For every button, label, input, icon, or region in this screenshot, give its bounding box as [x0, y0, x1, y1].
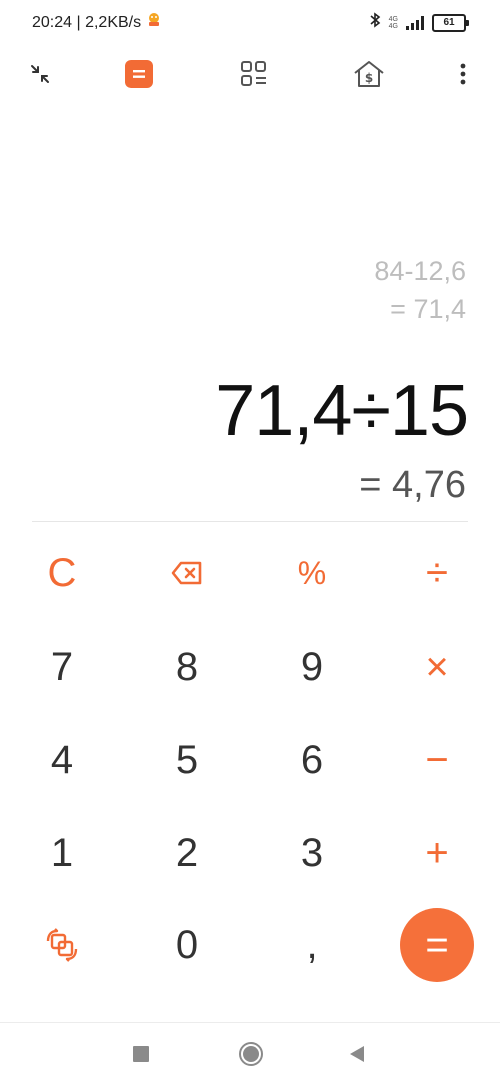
- home-icon[interactable]: [236, 1039, 266, 1069]
- key-3[interactable]: 3: [267, 813, 357, 893]
- collapse-icon[interactable]: [18, 52, 62, 96]
- history-result: = 71,4: [390, 294, 466, 324]
- history-expression: 84-12,6: [374, 256, 466, 286]
- key-5[interactable]: 5: [142, 720, 232, 800]
- key-0[interactable]: 0: [142, 905, 232, 985]
- key-8[interactable]: 8: [142, 627, 232, 707]
- signal-icon: [406, 15, 424, 30]
- current-result: = 4,76: [359, 464, 466, 506]
- key-4[interactable]: 4: [17, 720, 107, 800]
- status-bar: 20:24 | 2,2KB/s 4G 4G 61: [0, 0, 500, 44]
- key-6[interactable]: 6: [267, 720, 357, 800]
- display-divider: [32, 521, 468, 522]
- calculator-icon[interactable]: [117, 52, 161, 96]
- toolbar: $: [0, 52, 500, 98]
- clear-button[interactable]: C: [17, 533, 107, 613]
- status-left: 20:24 | 2,2KB/s: [32, 12, 161, 33]
- key-2[interactable]: 2: [142, 813, 232, 893]
- switch-mode-button[interactable]: [17, 905, 107, 985]
- current-expression: 71,4÷15: [215, 371, 469, 451]
- minus-button[interactable]: −: [392, 720, 482, 800]
- bluetooth-icon: [369, 12, 381, 33]
- backspace-button[interactable]: [142, 533, 232, 613]
- recents-icon[interactable]: [126, 1039, 156, 1069]
- divide-button[interactable]: ÷: [392, 533, 482, 613]
- navigation-bar: [0, 1022, 500, 1084]
- comma-button[interactable]: ,: [267, 905, 357, 985]
- percent-button[interactable]: %: [267, 533, 357, 613]
- network-type: 4G 4G: [388, 15, 398, 30]
- key-9[interactable]: 9: [267, 627, 357, 707]
- battery-icon: 61: [432, 13, 469, 32]
- status-time-speed: 20:24 | 2,2KB/s: [32, 13, 142, 31]
- key-7[interactable]: 7: [17, 627, 107, 707]
- more-icon[interactable]: [441, 52, 485, 96]
- backspace-icon: [171, 561, 202, 585]
- converter-icon[interactable]: [232, 52, 276, 96]
- key-1[interactable]: 1: [17, 813, 107, 893]
- switch-mode-icon: [46, 928, 78, 962]
- notification-icon: [147, 12, 161, 33]
- equals-button[interactable]: =: [400, 908, 474, 982]
- status-right: 4G 4G 61: [369, 12, 469, 33]
- back-icon[interactable]: [342, 1039, 372, 1069]
- plus-button[interactable]: +: [392, 813, 482, 893]
- multiply-button[interactable]: ×: [392, 627, 482, 707]
- currency-icon[interactable]: $: [347, 52, 391, 96]
- svg-text:$: $: [365, 71, 373, 85]
